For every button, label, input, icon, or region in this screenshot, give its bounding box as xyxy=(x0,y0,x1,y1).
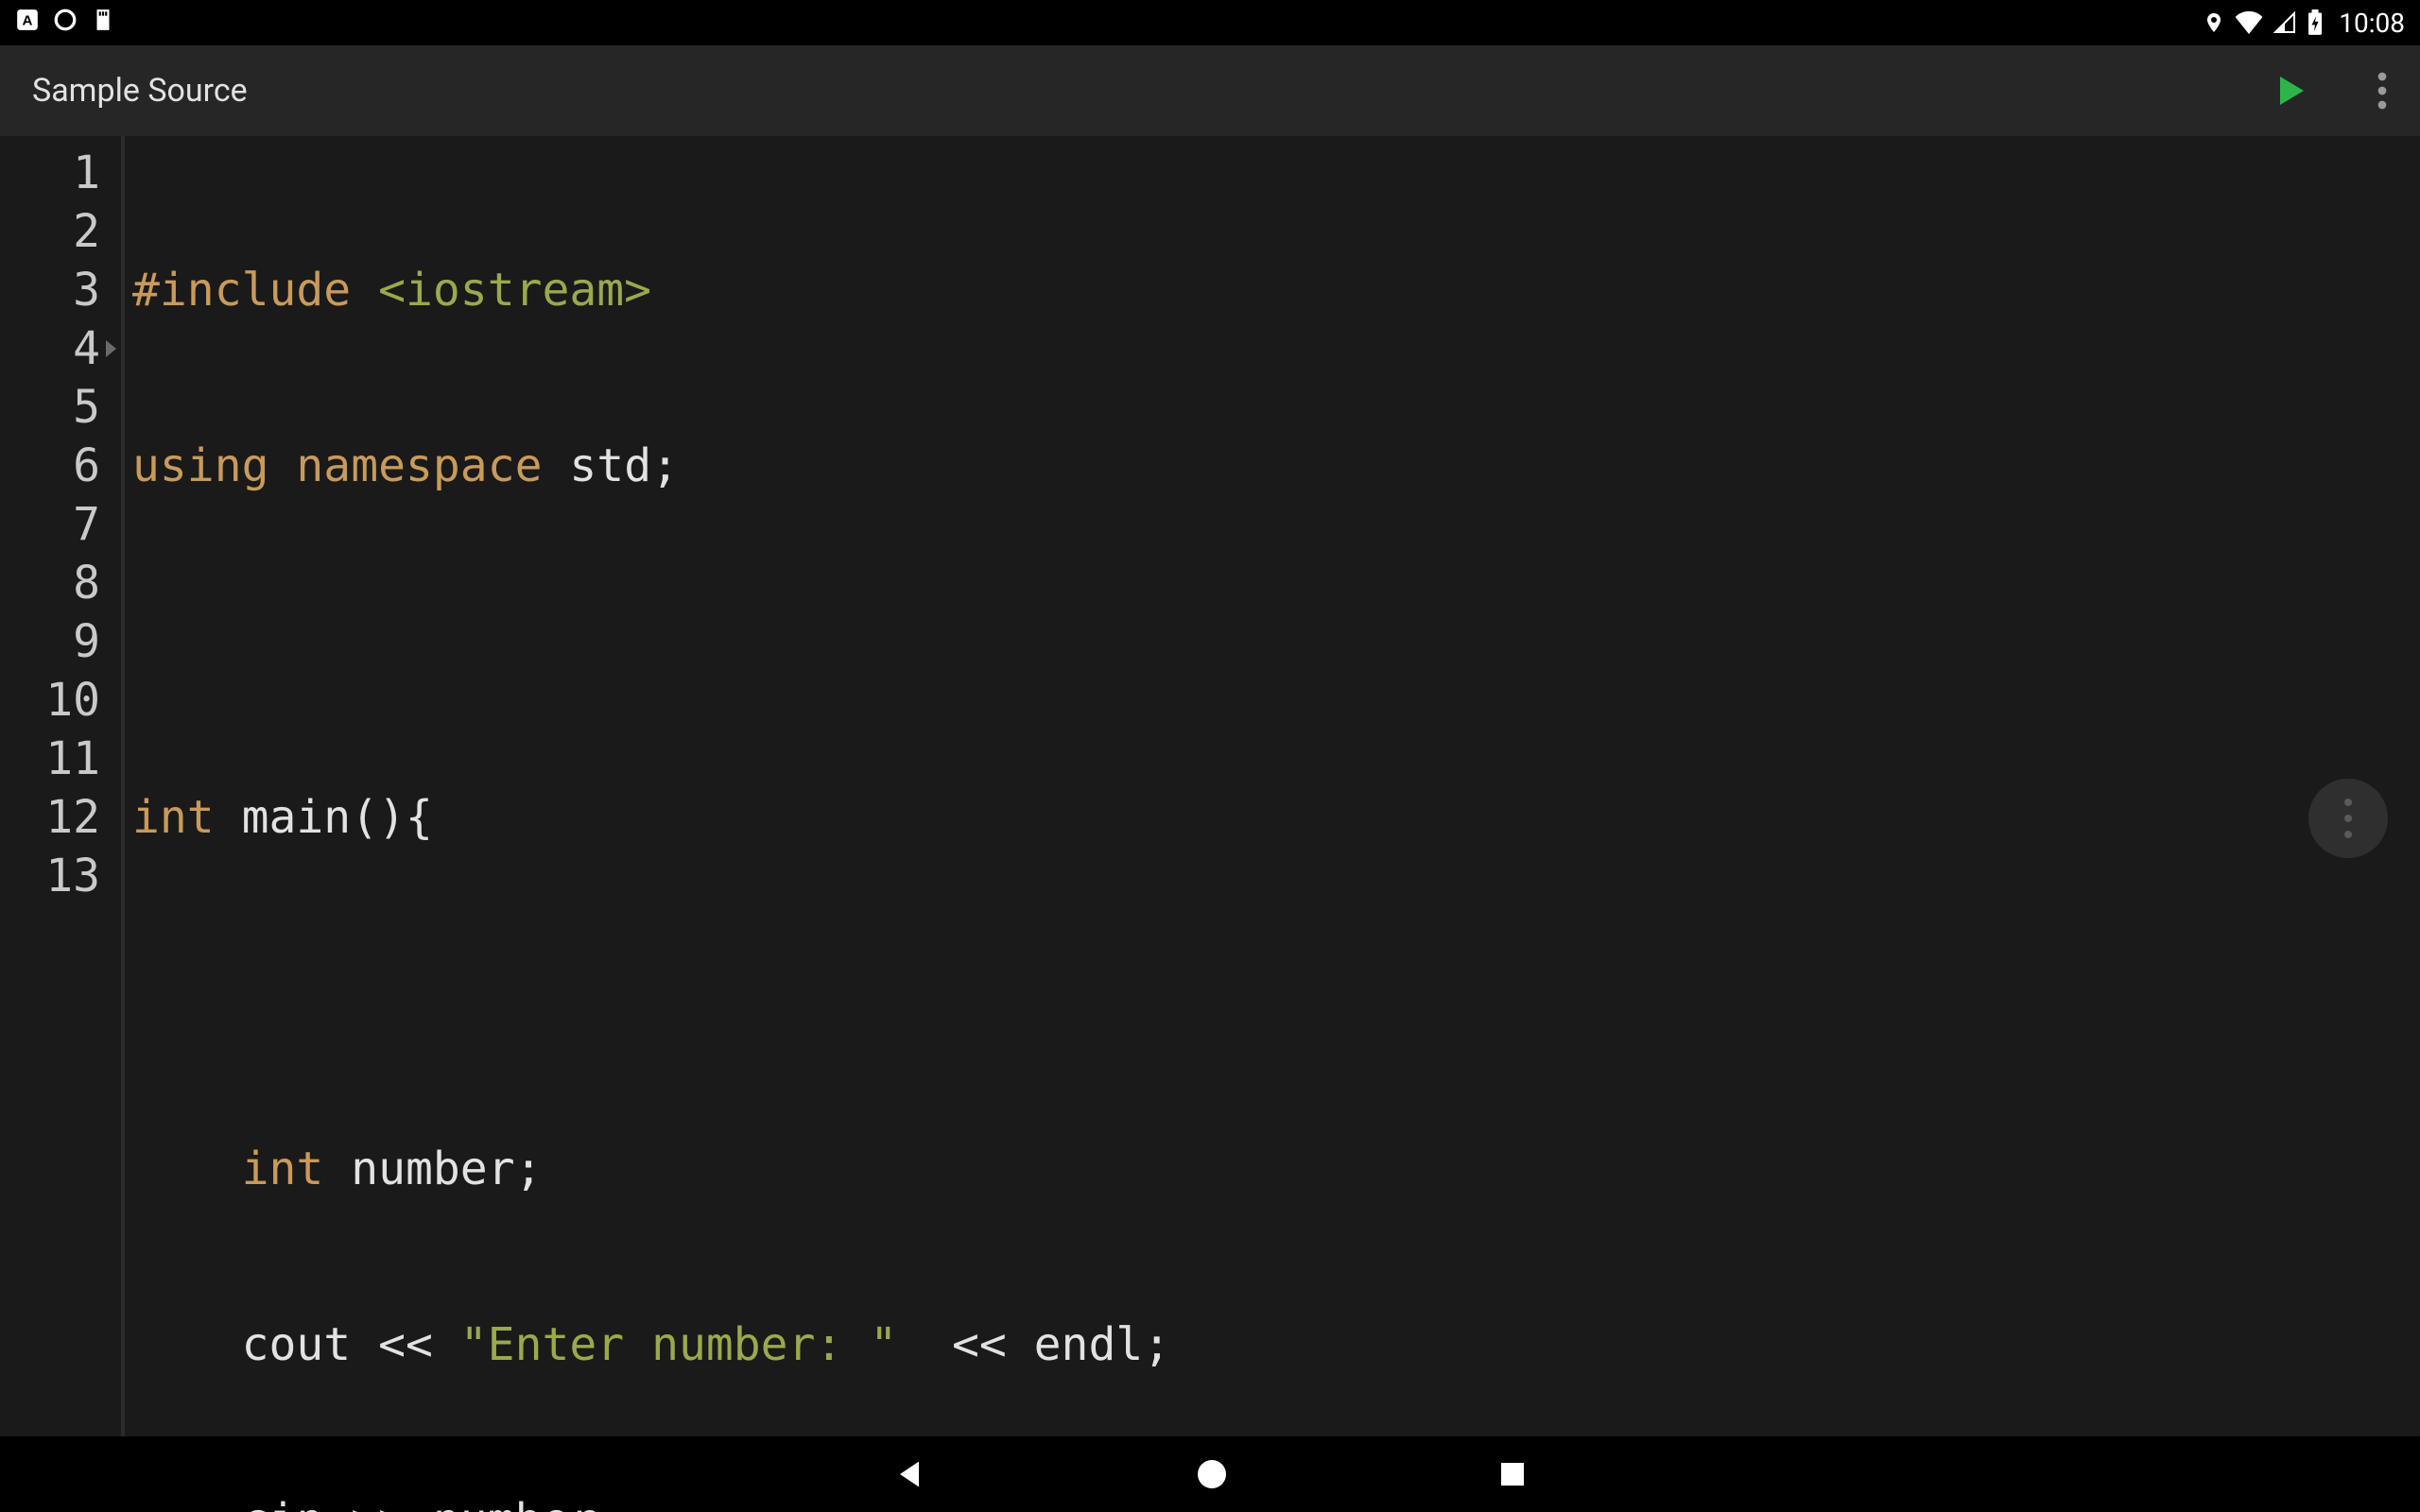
more-vert-icon xyxy=(2344,799,2352,838)
token-plain: std; xyxy=(543,439,680,492)
token-plain: number; xyxy=(323,1143,542,1195)
line-number: 9 xyxy=(0,612,121,671)
svg-text:A: A xyxy=(23,12,33,28)
token-keyword: using xyxy=(132,439,269,492)
line-number: 13 xyxy=(0,847,121,905)
location-icon xyxy=(2203,11,2225,34)
token-keyword: namespace xyxy=(296,439,542,492)
status-left: A xyxy=(15,8,115,39)
page-title: Sample Source xyxy=(32,72,248,110)
line-number: 5 xyxy=(0,378,121,437)
keyboard-icon: A xyxy=(15,8,40,39)
line-number: 10 xyxy=(0,671,121,730)
code-line[interactable] xyxy=(132,612,2420,671)
token-string: "Enter number: " xyxy=(460,1318,897,1371)
toolbar-actions xyxy=(2271,72,2388,110)
code-line[interactable]: using namespace std; xyxy=(132,437,2420,495)
line-number: 11 xyxy=(0,730,121,788)
line-number: 7 xyxy=(0,495,121,554)
code-editor[interactable]: 1 2 3 4 5 6 7 8 9 10 11 12 13 #include <… xyxy=(0,136,2420,1436)
status-bar: A 10:08 xyxy=(0,0,2420,45)
line-number: 4 xyxy=(0,319,121,378)
code-line[interactable]: int main(){ xyxy=(132,788,2420,847)
line-number-gutter: 1 2 3 4 5 6 7 8 9 10 11 12 13 xyxy=(0,136,121,1436)
code-line[interactable]: int number; xyxy=(132,1140,2420,1198)
status-time: 10:08 xyxy=(2339,8,2405,39)
line-number: 3 xyxy=(0,261,121,319)
token-keyword: int xyxy=(242,1143,324,1195)
code-line[interactable]: #include <iostream> xyxy=(132,261,2420,319)
overflow-menu-button[interactable] xyxy=(2377,72,2388,110)
code-line[interactable]: cout << "Enter number: " << endl; xyxy=(132,1315,2420,1374)
run-button[interactable] xyxy=(2271,72,2308,110)
sd-card-icon xyxy=(91,8,115,39)
token-plain xyxy=(132,1318,242,1371)
code-line[interactable] xyxy=(132,964,2420,1022)
line-number: 12 xyxy=(0,788,121,847)
token-header: <iostream> xyxy=(378,264,651,317)
line-number: 1 xyxy=(0,144,121,202)
wifi-icon xyxy=(2235,11,2263,34)
circle-icon xyxy=(53,8,78,39)
code-area[interactable]: #include <iostream> using namespace std;… xyxy=(125,136,2420,1436)
token-plain: cout << xyxy=(242,1318,460,1371)
cell-signal-icon xyxy=(2273,11,2297,34)
line-number: 8 xyxy=(0,554,121,612)
battery-icon xyxy=(2307,9,2324,36)
app-toolbar: Sample Source xyxy=(0,45,2420,136)
line-number: 2 xyxy=(0,202,121,261)
status-right: 10:08 xyxy=(2203,8,2405,39)
token-keyword: int xyxy=(132,791,215,844)
code-line[interactable]: cin >> number; xyxy=(132,1491,2420,1512)
token-plain: cin >> number; xyxy=(242,1494,625,1512)
token-preproc: #include xyxy=(132,264,351,317)
token-plain: << endl; xyxy=(897,1318,1170,1371)
fold-marker-icon[interactable] xyxy=(106,340,116,357)
token-plain xyxy=(132,1494,242,1512)
line-number: 6 xyxy=(0,437,121,495)
token-plain: main(){ xyxy=(215,791,433,844)
token-plain xyxy=(132,1143,242,1195)
floating-action-button[interactable] xyxy=(2308,779,2388,858)
